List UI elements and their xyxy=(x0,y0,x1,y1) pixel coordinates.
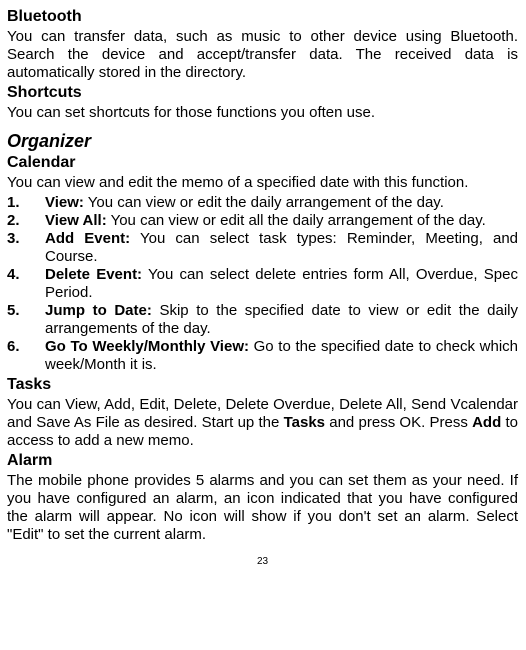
alarm-body: The mobile phone provides 5 alarms and y… xyxy=(7,472,518,544)
calendar-item: 3. Add Event: You can select task types:… xyxy=(7,230,518,266)
bluetooth-heading: Bluetooth xyxy=(7,8,518,26)
list-content: View: You can view or edit the daily arr… xyxy=(45,194,518,212)
calendar-item: 4. Delete Event: You can select delete e… xyxy=(7,266,518,302)
list-number: 6. xyxy=(7,338,45,374)
tasks-bold: Tasks xyxy=(284,414,325,431)
list-title: Add Event: xyxy=(45,230,130,247)
document-page: Bluetooth You can transfer data, such as… xyxy=(0,0,526,567)
tasks-body: You can View, Add, Edit, Delete, Delete … xyxy=(7,396,518,450)
shortcuts-body: You can set shortcuts for those function… xyxy=(7,104,518,122)
list-desc: You can view or edit the daily arrangeme… xyxy=(84,194,444,211)
calendar-heading: Calendar xyxy=(7,154,518,172)
list-title: Jump to Date: xyxy=(45,302,152,319)
list-content: Add Event: You can select task types: Re… xyxy=(45,230,518,266)
calendar-intro: You can view and edit the memo of a spec… xyxy=(7,174,518,192)
calendar-item: 2. View All: You can view or edit all th… xyxy=(7,212,518,230)
alarm-heading: Alarm xyxy=(7,452,518,470)
list-title: View: xyxy=(45,194,84,211)
page-number: 23 xyxy=(7,556,518,567)
tasks-text: and press OK. Press xyxy=(325,414,472,431)
list-content: Go To Weekly/Monthly View: Go to the spe… xyxy=(45,338,518,374)
list-content: Delete Event: You can select delete entr… xyxy=(45,266,518,302)
organizer-heading: Organizer xyxy=(7,131,518,152)
calendar-item: 1. View: You can view or edit the daily … xyxy=(7,194,518,212)
list-title: View All: xyxy=(45,212,107,229)
list-title: Delete Event: xyxy=(45,266,142,283)
calendar-item: 6. Go To Weekly/Monthly View: Go to the … xyxy=(7,338,518,374)
bluetooth-body: You can transfer data, such as music to … xyxy=(7,28,518,82)
list-number: 2. xyxy=(7,212,45,230)
list-title: Go To Weekly/Monthly View: xyxy=(45,338,249,355)
list-number: 1. xyxy=(7,194,45,212)
list-content: Jump to Date: Skip to the specified date… xyxy=(45,302,518,338)
shortcuts-heading: Shortcuts xyxy=(7,84,518,102)
list-number: 3. xyxy=(7,230,45,266)
calendar-item: 5. Jump to Date: Skip to the specified d… xyxy=(7,302,518,338)
tasks-bold: Add xyxy=(472,414,501,431)
list-number: 5. xyxy=(7,302,45,338)
list-content: View All: You can view or edit all the d… xyxy=(45,212,518,230)
list-desc: You can view or edit all the daily arran… xyxy=(107,212,486,229)
list-number: 4. xyxy=(7,266,45,302)
tasks-heading: Tasks xyxy=(7,376,518,394)
